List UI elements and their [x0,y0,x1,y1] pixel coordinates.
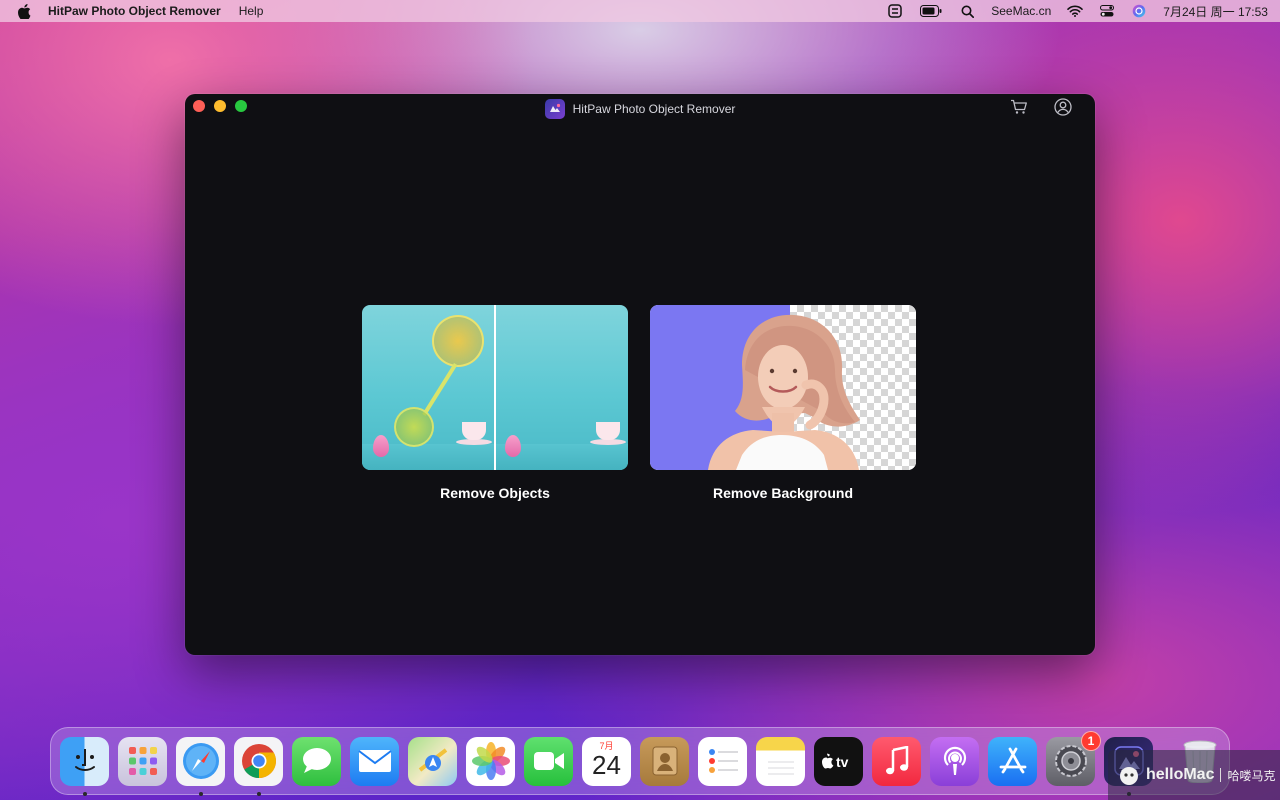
control-center-icon[interactable] [1099,4,1115,18]
before-after-divider [494,305,496,470]
dock-mail-icon[interactable] [350,736,399,786]
title-bar[interactable]: HitPaw Photo Object Remover [185,94,1095,120]
dock-maps-icon[interactable] [408,736,457,786]
notification-badge: 1 [1081,730,1101,751]
dock: 7月 24 tv 1 [50,727,1230,796]
cart-icon[interactable] [1009,97,1029,117]
watermark-sub: 哈喽马克 [1227,768,1276,783]
minimize-window-button[interactable] [214,100,226,112]
dock-safari-icon[interactable] [176,736,225,796]
dock-podcasts-icon[interactable] [930,736,979,786]
hellomac-logo-icon [1118,764,1140,786]
account-icon[interactable] [1053,97,1073,117]
search-icon[interactable] [959,4,975,18]
dock-chrome-icon[interactable] [234,736,283,796]
dock-app-store-icon[interactable] [988,736,1037,786]
remove-objects-thumbnail[interactable] [362,305,628,470]
remove-background-card[interactable]: Remove Background [650,305,916,501]
dock-system-settings-icon[interactable]: 1 [1046,730,1101,786]
window-controls [193,100,247,112]
app-window: HitPaw Photo Object Remover Remove Objec… [185,94,1095,655]
highlight-mark [432,315,484,367]
siri-icon[interactable] [1131,4,1147,18]
watermark: helloMac 哈喽马克 [1108,750,1280,800]
dock-calendar-icon[interactable]: 7月 24 [582,736,631,786]
svg-text:tv: tv [836,754,849,770]
remove-objects-card[interactable]: Remove Objects [362,305,628,501]
portrait-image [708,314,860,470]
menu-help[interactable]: Help [239,4,264,18]
status-area: SeeMac.cn 7月24日 周一 17:53 [887,3,1268,20]
remove-background-thumbnail[interactable] [650,305,916,470]
apple-icon[interactable] [18,3,32,19]
menu-app-name[interactable]: HitPaw Photo Object Remover [48,4,221,18]
dock-messages-icon[interactable] [292,736,341,786]
title-actions [1009,97,1073,117]
calendar-day: 24 [592,749,621,780]
screen-mirror-icon[interactable] [887,4,903,18]
menu-bar: HitPaw Photo Object Remover Help SeeMac.… [0,0,1280,22]
dock-facetime-icon[interactable] [524,736,573,786]
watermark-brand: helloMac [1146,766,1215,783]
dock-contacts-icon[interactable] [640,736,689,786]
site-label[interactable]: SeeMac.cn [991,4,1051,18]
window-title-group: HitPaw Photo Object Remover [544,99,736,119]
dock-launchpad-icon[interactable] [118,736,167,786]
maximize-window-button[interactable] [235,100,247,112]
dock-finder-icon[interactable] [60,736,109,796]
highlight-mark [394,407,434,447]
battery-icon[interactable] [919,4,943,18]
menu-clock[interactable]: 7月24日 周一 17:53 [1163,3,1268,20]
dock-photos-icon[interactable] [466,736,515,786]
dock-notes-icon[interactable] [756,736,805,786]
wifi-icon[interactable] [1067,4,1084,18]
close-window-button[interactable] [193,100,205,112]
remove-background-label[interactable]: Remove Background [650,485,916,501]
dock-reminders-icon[interactable] [698,736,747,786]
app-logo-icon [544,99,565,119]
dock-music-icon[interactable] [872,736,921,786]
remove-objects-label[interactable]: Remove Objects [362,485,628,501]
dock-tv-icon[interactable]: tv [814,736,863,786]
window-title: HitPaw Photo Object Remover [572,102,736,116]
